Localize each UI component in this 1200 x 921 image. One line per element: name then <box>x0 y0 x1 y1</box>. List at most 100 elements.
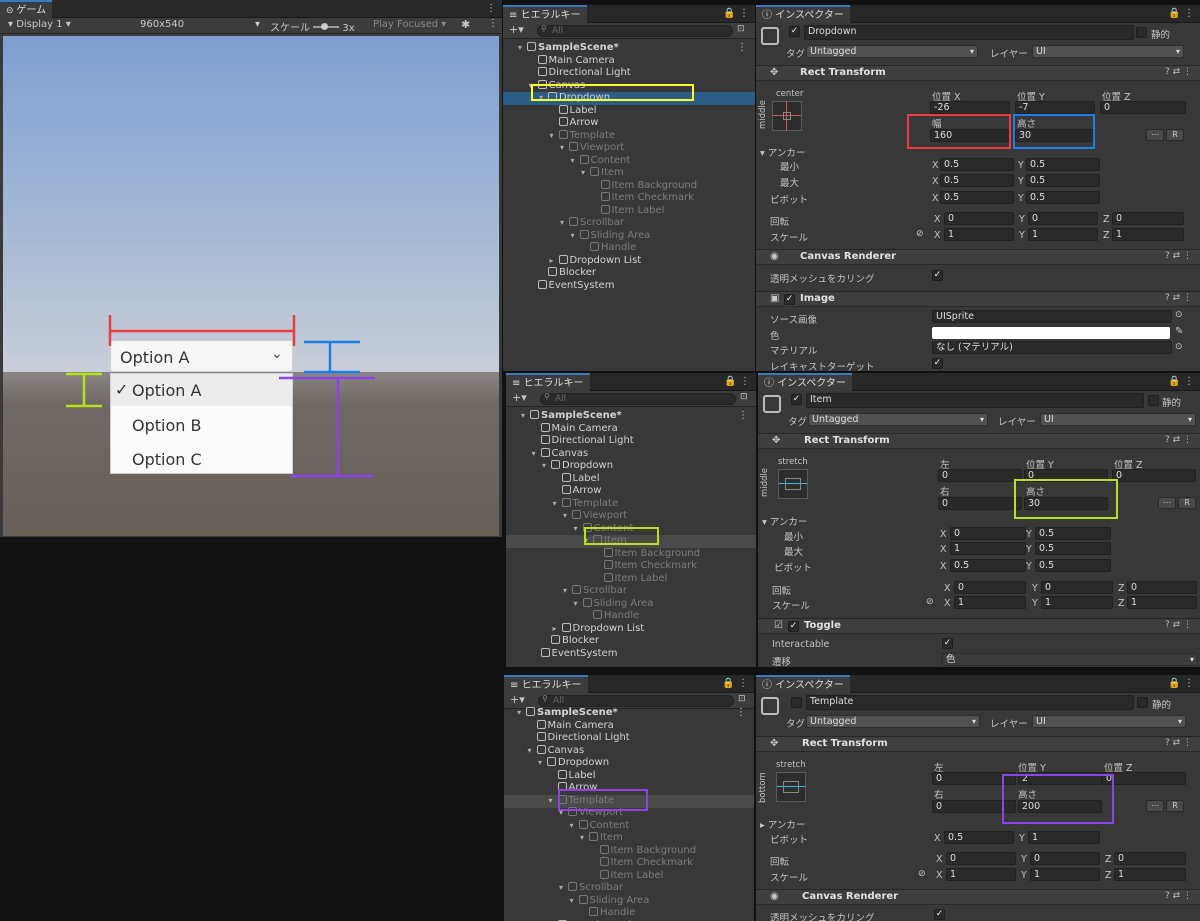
pos-y-field[interactable]: -7 <box>1015 101 1095 114</box>
hierarchy-row[interactable]: Directional Light <box>540 435 634 448</box>
expand-arrow-icon[interactable]: ▾ <box>563 510 572 523</box>
image-enabled-checkbox[interactable]: ✓ <box>784 294 795 305</box>
pivot-x-field[interactable]: 0.5 <box>950 559 1026 572</box>
hierarchy-row[interactable]: ▾ Dropdown <box>542 460 613 473</box>
lock-icon[interactable]: 🔒 ⋮ <box>1168 5 1194 23</box>
rotation-x-field[interactable]: 0 <box>946 852 1016 865</box>
object-name-field[interactable]: Dropdown <box>804 25 1134 40</box>
expand-arrow-icon[interactable]: ▾ <box>550 130 559 143</box>
lock-icon[interactable]: 🔒 ⋮ <box>722 675 748 693</box>
hierarchy-tab[interactable]: ≡ ヒエラルキー <box>506 373 590 391</box>
interactable-checkbox[interactable]: ✓ <box>942 638 953 649</box>
expand-arrow-icon[interactable]: ▾ <box>581 167 590 180</box>
scale-z-field[interactable]: 1 <box>1112 228 1184 241</box>
anchor-max-x-field[interactable]: 1 <box>950 542 1026 555</box>
image-header[interactable]: ▣ ✓ Image? ⇄ ⋮ <box>756 291 1200 307</box>
expand-arrow-icon[interactable]: ▾ <box>518 42 527 55</box>
anchor-min-x-field[interactable]: 0 <box>950 527 1026 540</box>
scale-x-field[interactable]: 1 <box>954 596 1026 609</box>
cull-checkbox[interactable]: ✓ <box>932 270 943 281</box>
scene-root-row[interactable]: ▾ SampleScene* <box>521 410 622 423</box>
hierarchy-row[interactable]: Directional Light <box>537 67 631 80</box>
rotation-z-field[interactable]: 0 <box>1112 212 1184 225</box>
scene-view-icon[interactable]: ⊡ <box>740 392 748 402</box>
rotation-y-field[interactable]: 0 <box>1028 212 1098 225</box>
pivot-y-field[interactable]: 0.5 <box>1026 191 1100 204</box>
layer-select[interactable]: UI ▾ <box>1032 715 1186 728</box>
hierarchy-row[interactable]: Item Label <box>600 204 664 218</box>
rect-transform-header[interactable]: ✥ Rect Transform? ⇄ ⋮ <box>758 433 1200 449</box>
hierarchy-row[interactable]: Item Checkmark <box>600 192 694 205</box>
pos-z-field[interactable]: 0 <box>1100 101 1186 114</box>
pivot-x-field[interactable]: 0.5 <box>944 831 1014 844</box>
component-menu-icon[interactable]: ? ⇄ ⋮ <box>1165 620 1192 630</box>
pivot-y-field[interactable]: 0.5 <box>1035 559 1111 572</box>
blueprint-mode-button[interactable]: ⋯ <box>1158 497 1176 509</box>
hierarchy-tab[interactable]: ≡ ヒエラルキー <box>503 5 587 23</box>
expand-arrow-icon[interactable]: ▾ <box>570 895 579 908</box>
raycast-checkbox[interactable]: ✓ <box>932 358 943 369</box>
pivot-y-field[interactable]: 1 <box>1028 831 1100 844</box>
tag-select[interactable]: Untagged ▾ <box>808 413 988 426</box>
expand-arrow-icon[interactable]: ▾ <box>574 523 583 536</box>
right-field[interactable]: 0 <box>938 497 1022 510</box>
hierarchy-row[interactable]: ▾ Canvas <box>528 744 584 758</box>
expand-arrow-icon[interactable]: ▾ <box>571 230 580 243</box>
component-menu-icon[interactable]: ? ⇄ ⋮ <box>1165 251 1192 261</box>
toggle-header[interactable]: ☑ ✓ Toggle? ⇄ ⋮ <box>758 618 1200 634</box>
tag-select[interactable]: Untagged ▾ <box>806 45 978 58</box>
hierarchy-row[interactable]: ▾ Item <box>581 167 624 180</box>
collapse-arrow-icon[interactable]: ▸ <box>553 623 562 636</box>
hierarchy-search-input[interactable]: All <box>537 25 733 37</box>
expand-arrow-icon[interactable]: ▾ <box>571 155 580 168</box>
inspector-tab[interactable]: ⓘ インスペクター <box>758 373 852 391</box>
link-icon[interactable]: ⊘ <box>916 229 924 239</box>
object-picker-icon[interactable]: ⊙ <box>1175 310 1183 320</box>
raw-edit-button[interactable]: R <box>1166 800 1184 812</box>
inspector-tab[interactable]: ⓘ インスペクター <box>756 675 850 693</box>
expand-arrow-icon[interactable]: ▾ <box>580 832 589 845</box>
object-name-field[interactable]: Template <box>806 695 1134 710</box>
canvas-renderer-header[interactable]: ◉ Canvas Renderer? ⇄ ⋮ <box>756 249 1200 265</box>
component-menu-icon[interactable]: ? ⇄ ⋮ <box>1165 67 1192 77</box>
hierarchy-row[interactable]: ▾ Scrollbar <box>560 217 624 230</box>
source-image-field[interactable]: UISprite <box>932 310 1172 323</box>
hierarchy-row[interactable]: Item Label <box>599 869 663 883</box>
hierarchy-row[interactable]: Blocker <box>551 635 599 648</box>
color-swatch[interactable] <box>932 327 1170 339</box>
pos-z-field[interactable]: 0 <box>1102 772 1186 785</box>
hierarchy-row[interactable]: ▾ Scrollbar <box>563 585 627 598</box>
expand-arrow-icon[interactable]: ▾ <box>532 448 541 461</box>
pos-x-field[interactable]: -26 <box>930 101 1010 114</box>
hierarchy-row[interactable]: ▾ Viewport <box>560 142 624 155</box>
component-menu-icon[interactable]: ? ⇄ ⋮ <box>1165 738 1192 748</box>
object-name-field[interactable]: Item <box>806 393 1144 408</box>
hierarchy-row[interactable]: Main Camera <box>540 422 618 436</box>
lock-icon[interactable]: 🔒 ⋮ <box>1168 675 1194 693</box>
lock-icon[interactable]: 🔒 ⋮ <box>1168 373 1194 391</box>
hierarchy-row[interactable]: ▾ Viewport <box>563 510 627 523</box>
static-checkbox[interactable] <box>1148 395 1159 406</box>
static-checkbox[interactable] <box>1136 27 1147 38</box>
eyedropper-icon[interactable]: ✎ <box>1175 326 1183 337</box>
add-object-button[interactable]: +▾ <box>510 693 525 706</box>
hierarchy-row[interactable]: ▾ Item <box>580 832 623 845</box>
anchor-max-y-field[interactable]: 0.5 <box>1026 174 1100 187</box>
hierarchy-row[interactable]: Item Background <box>603 547 700 561</box>
layer-select[interactable]: UI ▾ <box>1040 413 1196 426</box>
rotation-y-field[interactable]: 0 <box>1030 852 1100 865</box>
scale-y-field[interactable]: 1 <box>1028 228 1098 241</box>
expand-arrow-icon[interactable]: ▾ <box>528 745 537 758</box>
static-checkbox[interactable] <box>1137 697 1148 708</box>
link-icon[interactable]: ⊘ <box>926 597 934 607</box>
blueprint-mode-button[interactable]: ⋯ <box>1146 800 1164 812</box>
hierarchy-row[interactable]: ▾ Template <box>553 497 618 511</box>
lock-icon[interactable]: 🔒 ⋮ <box>723 5 749 23</box>
rotation-z-field[interactable]: 0 <box>1127 581 1197 594</box>
raw-edit-button[interactable]: R <box>1178 497 1196 509</box>
hierarchy-row[interactable]: Directional Light <box>536 732 630 745</box>
anchor-max-x-field[interactable]: 0.5 <box>940 174 1014 187</box>
rotation-z-field[interactable]: 0 <box>1114 852 1186 865</box>
inspector-tab[interactable]: ⓘ インスペクター <box>756 5 850 23</box>
hierarchy-row[interactable]: ▸ Dropdown List <box>550 254 641 268</box>
